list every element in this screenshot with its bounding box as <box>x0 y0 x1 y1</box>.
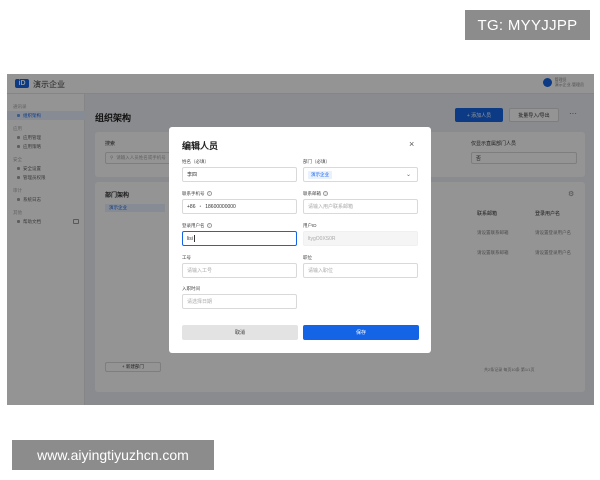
dropdown-dot-icon: • <box>199 203 202 210</box>
phone-value: 18600000000 <box>205 203 236 210</box>
help-icon[interactable]: ? <box>206 223 212 229</box>
cancel-button[interactable]: 取消 <box>182 325 298 340</box>
phone-label: 联系手机号? <box>182 191 212 197</box>
department-tag: 演示企业 <box>308 170 332 179</box>
country-code[interactable]: +86 <box>187 204 195 210</box>
login-username-label-text: 登录用户名 <box>182 223 205 228</box>
position-label: 职位 <box>303 255 312 260</box>
name-label: 姓名（必填） <box>182 159 209 164</box>
email-field[interactable]: 请输入用户联系邮箱 <box>303 199 418 214</box>
phone-label-text: 联系手机号 <box>182 191 205 196</box>
phone-field[interactable]: +86 • 18600000000 <box>182 199 297 214</box>
email-label: 联系邮箱? <box>303 191 328 197</box>
help-icon[interactable]: ? <box>323 191 328 197</box>
department-label: 部门（必填） <box>303 159 330 164</box>
login-username-label: 登录用户名? <box>182 223 212 229</box>
watermark-top: TG: MYYJJPP <box>465 10 590 40</box>
login-username-field[interactable]: lisi <box>182 231 297 246</box>
modal-title: 编辑人员 <box>182 141 219 151</box>
save-button[interactable]: 保存 <box>303 325 419 340</box>
employee-no-field[interactable]: 请输入工号 <box>182 263 297 278</box>
department-select[interactable]: 演示企业 ⌄ <box>303 167 418 182</box>
name-field[interactable]: 李四 <box>182 167 297 182</box>
user-id-label: 用户ID <box>303 223 317 228</box>
user-id-field: ltygO0XS0R <box>303 231 418 246</box>
close-icon[interactable]: × <box>409 139 414 149</box>
join-date-picker[interactable]: 请选择日期 <box>182 294 297 309</box>
help-icon[interactable]: ? <box>206 191 212 197</box>
chevron-down-icon: ⌄ <box>405 172 411 178</box>
email-label-text: 联系邮箱 <box>303 191 321 196</box>
join-date-label: 入职时间 <box>182 286 200 291</box>
text-caret <box>193 235 195 242</box>
watermark-bottom: www.aiyingtiyuzhcn.com <box>12 440 214 470</box>
login-username-value: lisi <box>187 235 193 242</box>
employee-no-label: 工号 <box>182 255 191 260</box>
position-field[interactable]: 请输入职位 <box>303 263 418 278</box>
edit-user-modal: 编辑人员 × 姓名（必填） 李四 部门（必填） 演示企业 ⌄ 联系手机号? +8… <box>169 127 431 353</box>
